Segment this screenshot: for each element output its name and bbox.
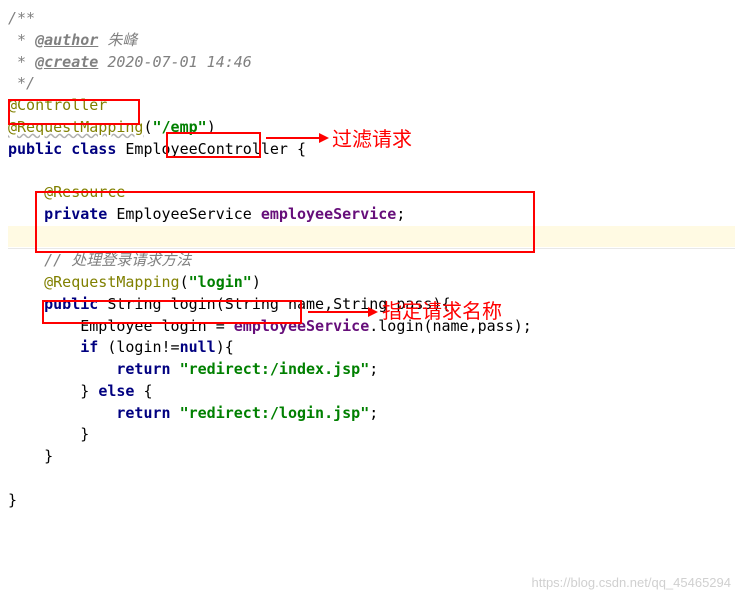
return-keyword: return: [116, 360, 170, 378]
public-keyword: public: [8, 140, 62, 158]
annotation-label-filter: 过滤请求: [332, 126, 412, 155]
watermark: https://blog.csdn.net/qq_45465294: [532, 574, 732, 593]
javadoc-create-val: 2020-07-01 14:46: [98, 53, 252, 71]
javadoc-author-tag: @author: [35, 31, 98, 49]
employee-type: Employee: [80, 317, 152, 335]
else-keyword: else: [98, 382, 134, 400]
if-keyword: if: [80, 338, 98, 356]
requestmapping-login: @RequestMapping: [44, 273, 179, 291]
javadoc-create-tag: @create: [35, 53, 98, 71]
null-keyword: null: [180, 338, 216, 356]
controller-annotation: @Controller: [8, 96, 107, 114]
service-field: employeeService: [261, 205, 396, 223]
login-str: "login": [189, 273, 252, 291]
redirect-login: "redirect:/login.jsp": [180, 404, 370, 422]
line-comment: // 处理登录请求方法: [44, 251, 191, 269]
javadoc-author-val: 朱峰: [98, 31, 137, 49]
class-keyword: class: [71, 140, 116, 158]
javadoc-star2: *: [8, 53, 35, 71]
annotation-label-name: 指定请求名称: [382, 298, 502, 327]
javadoc-open: /**: [8, 9, 35, 27]
highlight-line: [8, 226, 735, 248]
resource-annotation: @Resource: [44, 183, 125, 201]
code-editor: /** * @author 朱峰 * @create 2020-07-01 14…: [8, 8, 735, 511]
emp-path: "/emp": [153, 118, 207, 136]
class-close: }: [8, 491, 17, 509]
separator: [8, 248, 735, 249]
private-keyword: private: [44, 205, 107, 223]
javadoc-close: */: [8, 74, 35, 92]
service-type: EmployeeService: [116, 205, 251, 223]
redirect-index: "redirect:/index.jsp": [180, 360, 370, 378]
class-name: EmployeeController: [125, 140, 288, 158]
login-method: login: [171, 295, 216, 313]
requestmapping-annotation: @RequestMapping: [8, 118, 143, 136]
javadoc-star: *: [8, 31, 35, 49]
